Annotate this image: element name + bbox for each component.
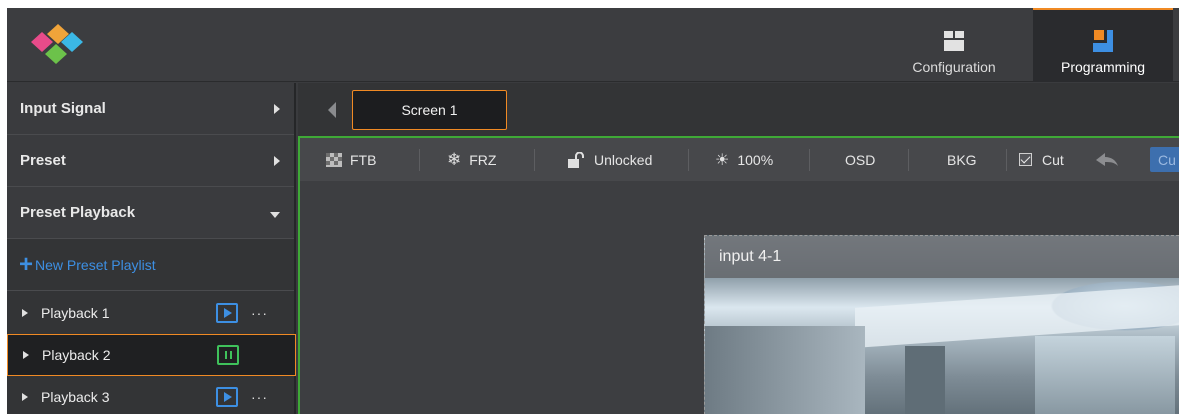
ftb-button[interactable]: FTB (326, 138, 376, 181)
nav-programming-label: Programming (1060, 59, 1146, 75)
toolbar-divider (809, 149, 810, 171)
nav-programming[interactable]: Programming (1033, 8, 1173, 82)
more-options-icon[interactable]: ··· (251, 305, 268, 321)
sidebar-section-preset[interactable]: Preset (7, 135, 294, 187)
brightness-value: 100% (737, 151, 774, 168)
screen-toolbar: FTB ❄ FRZ Unlocked ☀ 100% OSD BKG Cut Cu (300, 138, 1179, 181)
sidebar-section-input-signal[interactable]: Input Signal (7, 83, 294, 135)
play-icon[interactable] (216, 303, 238, 323)
ftb-icon (326, 152, 342, 167)
app-window: Configuration Programming Input Signal P… (7, 8, 1179, 414)
sidebar: Input Signal Preset Preset Playback + Ne… (7, 83, 296, 414)
pause-icon[interactable] (217, 345, 239, 365)
screen-editor: FTB ❄ FRZ Unlocked ☀ 100% OSD BKG Cut Cu… (298, 136, 1179, 414)
new-preset-playlist-button[interactable]: + New Preset Playlist (7, 239, 294, 291)
chevron-right-icon (274, 103, 280, 114)
nav-configuration-label: Configuration (912, 59, 996, 75)
bkg-label: BKG (947, 151, 977, 168)
toolbar-divider (688, 149, 689, 171)
expand-arrow-icon[interactable] (22, 393, 28, 401)
undo-button[interactable] (1096, 138, 1118, 181)
toolbar-divider (1006, 149, 1007, 171)
osd-button[interactable]: OSD (845, 138, 875, 181)
programming-icon (1093, 30, 1113, 52)
checkbox-checked-icon[interactable] (1019, 153, 1032, 166)
ftb-label: FTB (350, 151, 377, 168)
new-preset-playlist-label: New Preset Playlist (35, 256, 156, 273)
frz-label: FRZ (469, 151, 497, 168)
video-layer[interactable]: input 4-1 (704, 235, 1179, 414)
cut-button[interactable]: Cu (1150, 147, 1179, 172)
expand-arrow-icon[interactable] (23, 351, 29, 359)
cut-checkbox-label: Cut (1042, 151, 1064, 168)
sidebar-section-label: Preset Playback (20, 204, 136, 221)
layer-image-part (1035, 336, 1175, 414)
sidebar-section-label: Preset (20, 152, 66, 169)
tab-screen-1[interactable]: Screen 1 (352, 90, 507, 130)
bkg-button[interactable]: BKG (947, 138, 977, 181)
playback-name: Playback 3 (41, 389, 110, 405)
layer-image-part (905, 346, 945, 414)
nav-configuration[interactable]: Configuration (897, 8, 1011, 82)
playback-name: Playback 2 (42, 347, 111, 363)
chevron-right-icon (274, 155, 280, 166)
plus-icon: + (19, 250, 34, 278)
unlock-icon (568, 151, 584, 168)
brightness-icon: ☀ (715, 151, 730, 169)
brightness-control[interactable]: ☀ 100% (715, 138, 773, 181)
playback-name: Playback 1 (41, 305, 110, 321)
osd-label: OSD (845, 151, 876, 168)
toolbar-divider (534, 149, 535, 171)
cut-checkbox[interactable]: Cut (1019, 138, 1064, 181)
sidebar-section-label: Input Signal (20, 100, 106, 117)
frz-button[interactable]: ❄ FRZ (447, 138, 496, 181)
playback-row-selected[interactable]: Playback 2 (7, 334, 296, 376)
playback-row[interactable]: Playback 1 ··· (7, 292, 296, 334)
chevron-down-icon (270, 211, 280, 218)
playback-row[interactable]: Playback 3 ··· (7, 376, 296, 414)
top-header: Configuration Programming (7, 8, 1179, 82)
snowflake-icon: ❄ (447, 149, 462, 169)
toolbar-divider (419, 149, 420, 171)
undo-icon (1096, 152, 1118, 166)
lock-toggle[interactable]: Unlocked (568, 138, 652, 181)
scroll-left-icon[interactable] (328, 102, 336, 118)
play-icon[interactable] (216, 387, 238, 407)
layer-title: input 4-1 (705, 236, 1179, 278)
expand-arrow-icon[interactable] (22, 309, 28, 317)
screen-canvas[interactable]: input 4-1 (300, 181, 1179, 414)
layer-image-part (705, 326, 865, 414)
toolbar-divider (908, 149, 909, 171)
screen-tab-bar: Screen 1 (298, 83, 1179, 136)
configuration-icon (944, 31, 964, 51)
lock-label: Unlocked (594, 151, 653, 168)
sidebar-section-preset-playback[interactable]: Preset Playback (7, 187, 294, 239)
more-options-icon[interactable]: ··· (251, 389, 268, 405)
app-logo (31, 24, 83, 64)
